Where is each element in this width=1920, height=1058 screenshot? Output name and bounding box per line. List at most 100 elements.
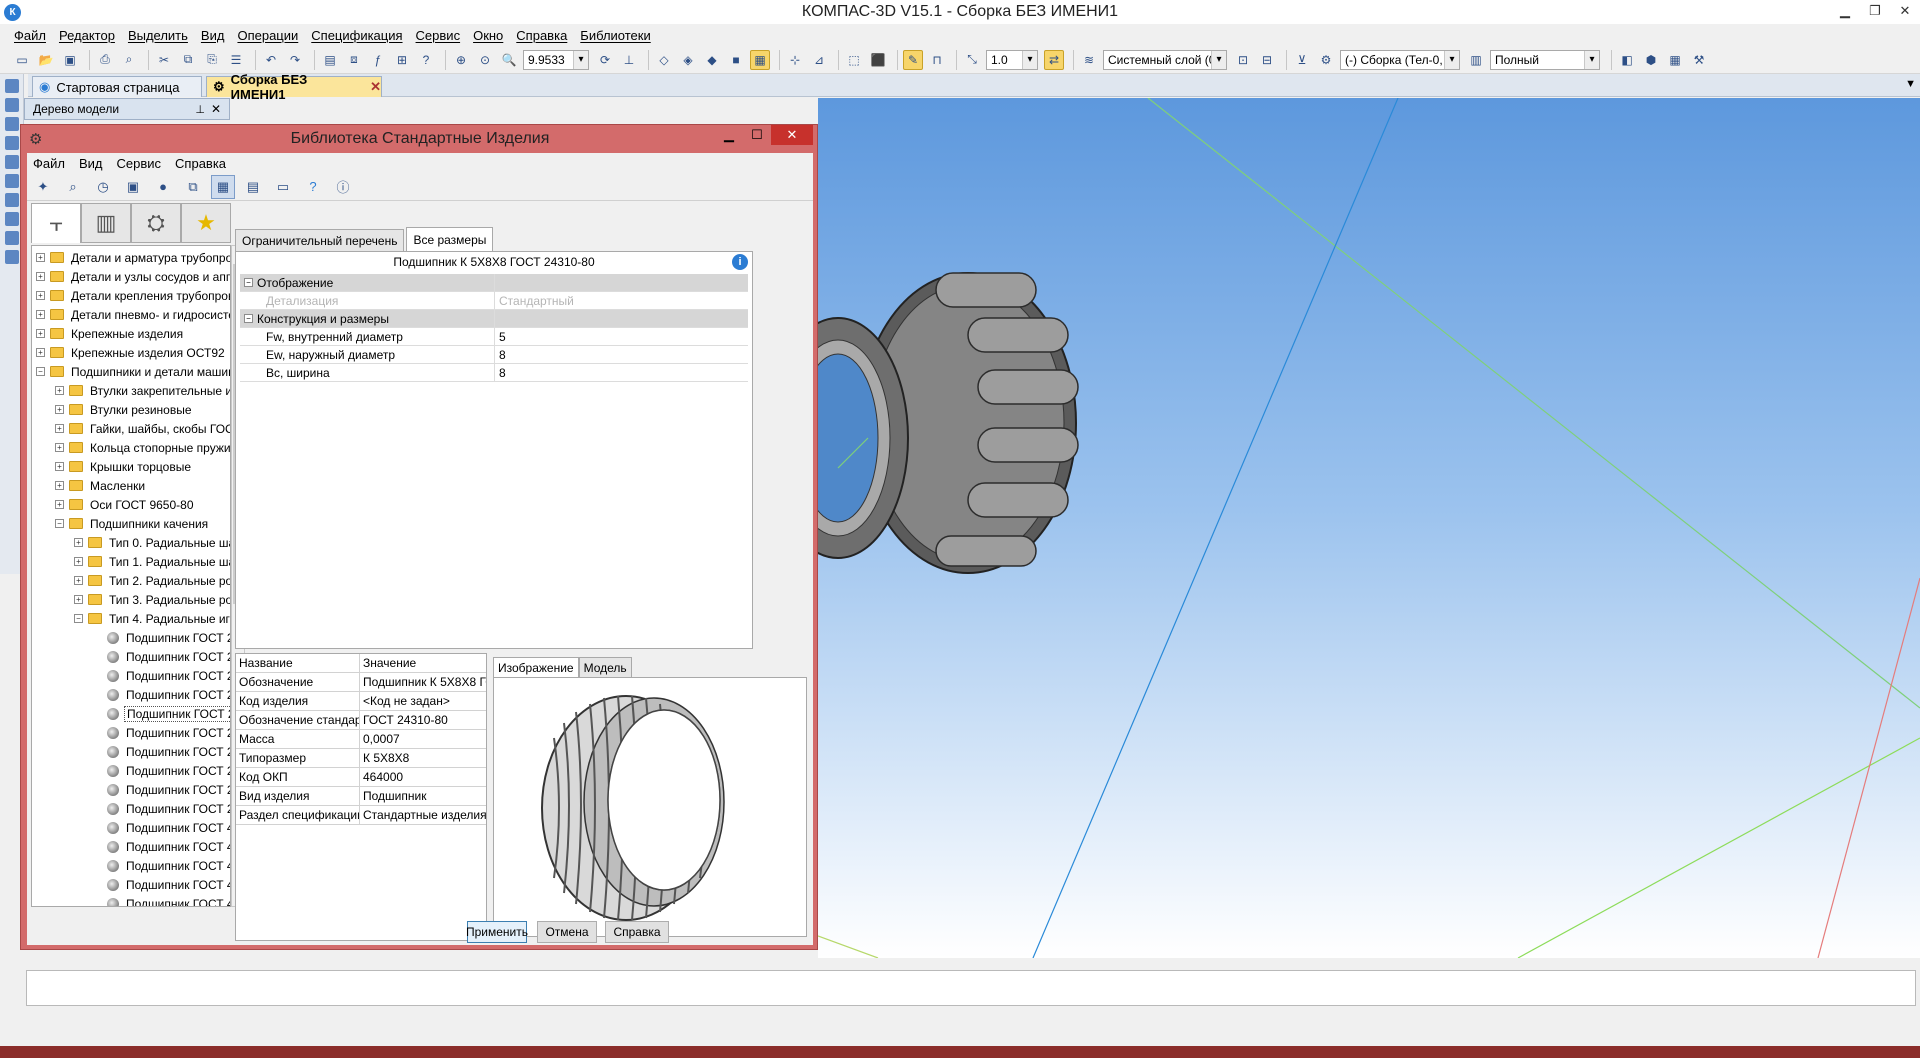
component-icon[interactable]: ⬚ xyxy=(844,50,864,70)
zoom-icon[interactable]: 🔍 xyxy=(499,50,519,70)
tree-folder[interactable]: + Детали и арматура трубопроводов xyxy=(36,248,230,267)
edit-in-place-icon[interactable]: ✎ xyxy=(903,49,923,70)
tree-folder[interactable]: + Детали пневмо- и гидросистем xyxy=(36,305,230,324)
param-value[interactable]: 8 xyxy=(495,364,748,381)
param-row[interactable]: Ew, наружный диаметр 8 xyxy=(240,346,748,364)
tree-item[interactable]: Подшипник ГОСТ 20531-... xyxy=(93,685,230,704)
tree-item[interactable]: Подшипник ГОСТ 20531-... xyxy=(93,666,230,685)
pin-icon[interactable]: ⊥ xyxy=(195,103,205,116)
tree-item[interactable]: Подшипник ГОСТ 26290-... xyxy=(93,742,230,761)
favorites-add-icon[interactable]: ✦ xyxy=(31,175,55,199)
expand-icon[interactable]: + xyxy=(36,348,45,357)
expand-icon[interactable]: + xyxy=(36,253,45,262)
search-icon[interactable]: ⌕ xyxy=(61,175,85,199)
expand-icon[interactable]: + xyxy=(36,272,45,281)
expand-icon[interactable]: + xyxy=(55,443,64,452)
tool-icon[interactable] xyxy=(5,193,19,207)
paste-icon[interactable]: ⎘ xyxy=(202,50,222,70)
collapse-icon[interactable]: − xyxy=(55,519,64,528)
3d-viewport[interactable] xyxy=(818,98,1920,958)
expand-icon[interactable]: + xyxy=(74,538,83,547)
tool-icon[interactable] xyxy=(5,212,19,226)
tool-icon[interactable] xyxy=(5,117,19,131)
copy-icon[interactable]: ⧉ xyxy=(178,50,198,70)
tree-item[interactable]: Подшипник ГОСТ 4060-7... xyxy=(93,818,230,837)
expand-icon[interactable]: + xyxy=(55,500,64,509)
layer-combo[interactable]: Системный слой (0) xyxy=(1103,49,1227,70)
help-cursor-icon[interactable]: ? xyxy=(416,50,436,70)
tool-icon[interactable] xyxy=(5,250,19,264)
tree-item[interactable]: Подшипник ГОСТ 24310-... xyxy=(93,704,230,723)
tree-folder[interactable]: + Тип 3. Радиальные роликов... xyxy=(74,590,230,609)
tree-folder[interactable]: + Крышки торцовые xyxy=(55,457,193,476)
cut-icon[interactable]: ✂ xyxy=(154,50,174,70)
snap-icon[interactable]: ⊹ xyxy=(785,50,805,70)
expand-icon[interactable]: + xyxy=(55,405,64,414)
filter-icon[interactable]: ⊻ xyxy=(1292,50,1312,70)
tree-folder[interactable]: + Детали и узлы сосудов и аппаратов xyxy=(36,267,230,286)
collapse-icon[interactable]: − xyxy=(74,614,83,623)
help-icon[interactable]: ? xyxy=(301,175,325,199)
expand-icon[interactable]: + xyxy=(36,329,45,338)
dialog-menu-service[interactable]: Сервис xyxy=(117,156,162,171)
columns-icon[interactable]: ▭ xyxy=(271,175,295,199)
menu-help[interactable]: Справка xyxy=(516,28,567,43)
tree-folder[interactable]: − Тип 4. Радиальные игольча... xyxy=(74,609,230,628)
tree-folder[interactable]: + Тип 1. Радиальные шариков... xyxy=(74,552,230,571)
expand-icon[interactable]: + xyxy=(74,557,83,566)
preview-icon[interactable]: ⌕ xyxy=(119,50,139,70)
tab-image[interactable]: Изображение xyxy=(493,657,579,677)
step-icon[interactable]: ⤡ xyxy=(962,50,982,70)
manager-icon[interactable]: ▤ xyxy=(320,50,340,70)
tree-folder[interactable]: − Подшипники и детали машин xyxy=(36,362,230,381)
close-tab-icon[interactable]: ✕ xyxy=(370,79,381,95)
param-value[interactable]: 5 xyxy=(495,328,748,345)
book-category-icon[interactable]: ▥ xyxy=(81,203,131,243)
expand-icon[interactable]: + xyxy=(55,424,64,433)
expand-icon[interactable]: + xyxy=(36,310,45,319)
undo-icon[interactable]: ↶ xyxy=(261,50,281,70)
bolt-category-icon[interactable]: ⫟ xyxy=(31,203,81,243)
tree-folder[interactable]: − Подшипники качения xyxy=(55,514,210,533)
hidden-lines-icon[interactable]: ◈ xyxy=(678,50,698,70)
param-row[interactable]: Fw, внутренний диаметр 5 xyxy=(240,328,748,346)
variables-icon[interactable]: ƒ xyxy=(368,50,388,70)
table-view-icon[interactable]: ▦ xyxy=(211,174,235,199)
favorites-star-icon[interactable]: ★ xyxy=(181,203,231,243)
print-icon[interactable]: ⎙ xyxy=(95,50,115,70)
help-button[interactable]: Справка xyxy=(605,921,669,943)
tool-icon[interactable] xyxy=(5,98,19,112)
cube-icon[interactable]: ⬢ xyxy=(1641,50,1661,70)
layers-icon[interactable]: ≋ xyxy=(1079,50,1099,70)
assembly-category-icon[interactable]: ⛭ xyxy=(131,203,181,243)
restore-icon[interactable]: ❐ xyxy=(1860,0,1890,22)
expand-icon[interactable]: + xyxy=(55,462,64,471)
wireframe-icon[interactable]: ◇ xyxy=(654,50,674,70)
dialog-maximize-icon[interactable]: ☐ xyxy=(743,125,771,145)
tree-item[interactable]: Подшипник ГОСТ 26290-... xyxy=(93,780,230,799)
param-category[interactable]: − Отображение xyxy=(240,274,748,292)
shaded-edges-icon[interactable]: ■ xyxy=(726,50,746,70)
display-mode-combo[interactable]: Полный xyxy=(1490,49,1600,70)
menu-view[interactable]: Вид xyxy=(201,28,225,43)
measure-icon[interactable]: ⊞ xyxy=(392,50,412,70)
dialog-minimize-icon[interactable]: ▁ xyxy=(715,125,743,145)
zoom-all-icon[interactable]: ⊙ xyxy=(475,50,495,70)
collapse-icon[interactable]: − xyxy=(36,367,45,376)
tree-folder[interactable]: + Крепежные изделия xyxy=(36,324,185,343)
rotate-icon[interactable]: ⟳ xyxy=(595,50,615,70)
expand-icon[interactable]: + xyxy=(36,291,45,300)
tool-icon[interactable] xyxy=(5,155,19,169)
local-cs-icon[interactable]: ⊿ xyxy=(809,50,829,70)
save-icon[interactable]: ▣ xyxy=(60,50,80,70)
apply-button[interactable]: Применить xyxy=(466,921,528,943)
tree-folder[interactable]: + Тип 0. Радиальные шариковые xyxy=(74,533,230,552)
layer-props-icon[interactable]: ⊟ xyxy=(1257,50,1277,70)
perspective-icon[interactable]: ▦ xyxy=(750,49,770,70)
library-tree[interactable]: + Детали и арматура трубопроводов + Детали … xyxy=(31,245,231,907)
collapse-icon[interactable]: − xyxy=(244,278,253,287)
tree-folder[interactable]: + Масленки xyxy=(55,476,147,495)
menu-libraries[interactable]: Библиотеки xyxy=(580,28,650,43)
expand-icon[interactable]: + xyxy=(74,595,83,604)
tree-folder[interactable]: + Кольца стопорные пружинные xyxy=(55,438,230,457)
